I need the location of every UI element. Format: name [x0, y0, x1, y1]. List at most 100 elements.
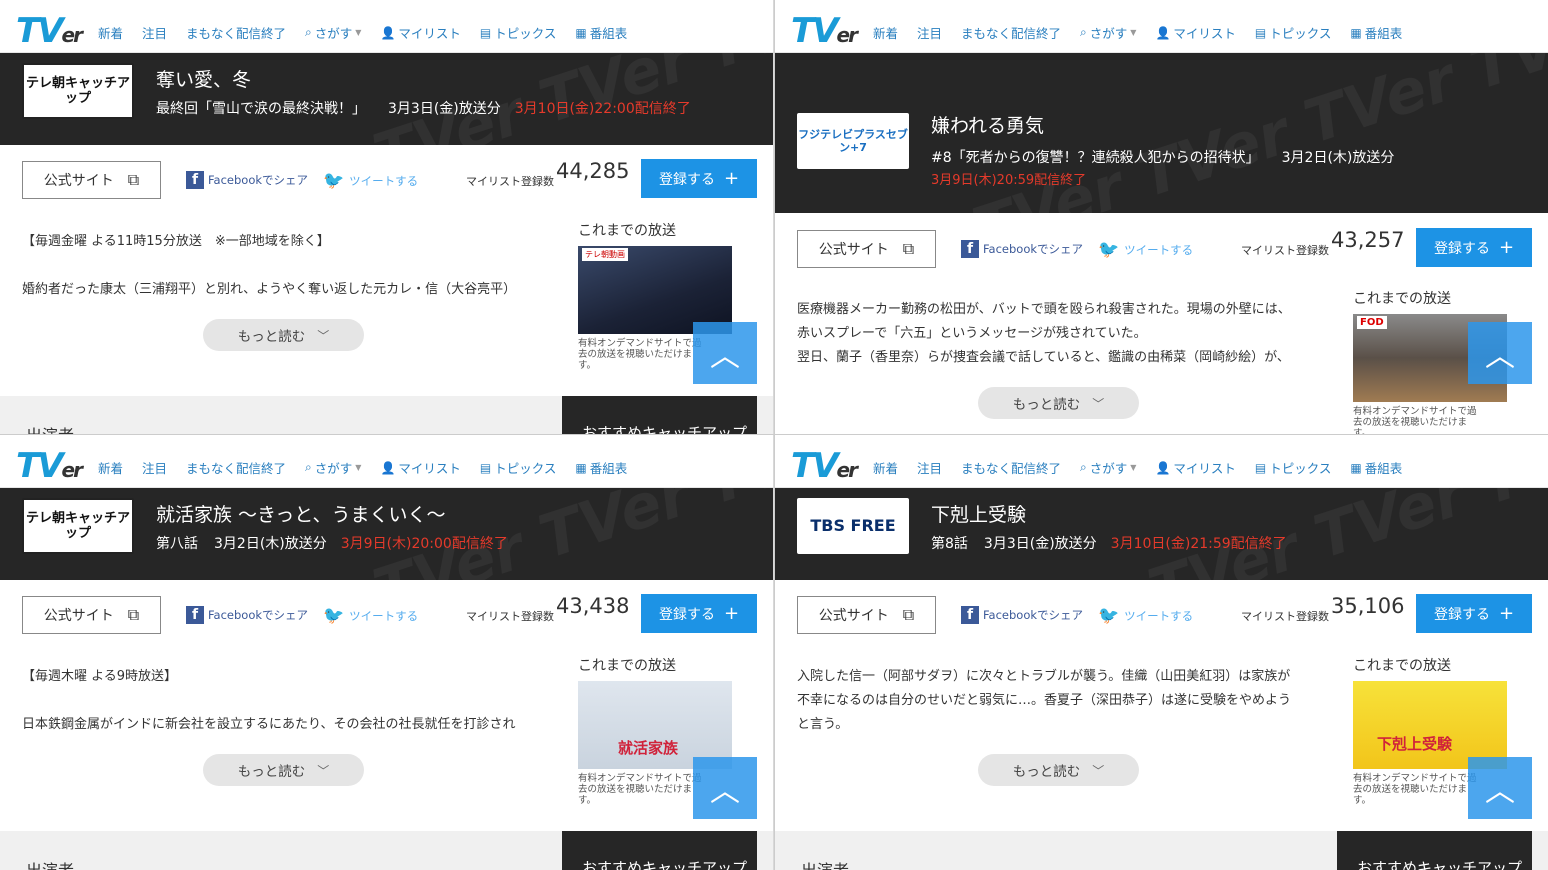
topics-icon: ▤	[479, 25, 492, 40]
chevron-up-icon: ︿	[1485, 774, 1515, 809]
search-icon: ⌕	[1080, 460, 1087, 474]
nav-featured[interactable]: 注目	[142, 458, 167, 477]
facebook-share-button[interactable]: f Facebookでシェア	[186, 606, 308, 624]
nav-search[interactable]: ⌕ さがす ▼	[1080, 458, 1136, 477]
external-link-icon: ⧉	[902, 239, 915, 258]
past-thumbnail[interactable]: 下剋上受験	[1353, 681, 1507, 769]
read-more-button[interactable]: もっと読む ﹀	[203, 754, 364, 786]
end-date: 3月10日(金)22:00配信終了	[514, 101, 691, 117]
scroll-top-button[interactable]: ︿	[693, 322, 757, 384]
user-icon: 👤	[1155, 460, 1171, 475]
nav-ending-soon[interactable]: まもなく配信終了	[961, 458, 1061, 477]
top-nav: TVer 新着 注目 まもなく配信終了 ⌕ さがす ▼ 👤 マイリスト ▤ トピックス …	[775, 435, 1548, 488]
past-thumbnail[interactable]: 就活家族	[578, 681, 732, 769]
nav-search[interactable]: ⌕ さがす ▼	[1080, 23, 1136, 42]
program-hero: TVer TVer TVer TVer TVer TVer TBS FREE 下…	[775, 488, 1548, 580]
mylist-count: 44,285	[556, 159, 630, 183]
nav-ending-soon[interactable]: まもなく配信終了	[186, 23, 286, 42]
read-more-button[interactable]: もっと読む ﹀	[978, 754, 1139, 786]
panel-divider-vertical	[774, 0, 775, 870]
official-site-button[interactable]: 公式サイト ⧉	[797, 596, 936, 634]
tver-logo[interactable]: TVer	[16, 446, 83, 486]
external-link-icon: ⧉	[127, 605, 140, 624]
recommended-tab[interactable]: おすすめキャッチアップ	[562, 831, 757, 870]
scroll-top-button[interactable]: ︿	[693, 757, 757, 819]
nav-schedule[interactable]: ▦ 番組表	[575, 458, 627, 477]
register-button[interactable]: 登録する +	[1416, 594, 1532, 633]
end-date: 3月9日(木)20:00配信終了	[340, 536, 508, 552]
external-link-icon: ⧉	[902, 605, 915, 624]
nav-schedule[interactable]: ▦ 番組表	[1350, 23, 1402, 42]
mylist-count: 43,257	[1331, 228, 1405, 252]
nav-search[interactable]: ⌕ さがす ▼	[305, 23, 361, 42]
channel-logo[interactable]: フジテレビプラスセブン+7	[797, 113, 909, 169]
episode-info: 第8話 3月3日(金)放送分 3月10日(金)21:59配信終了	[931, 536, 1287, 552]
nav-mylist[interactable]: 👤 マイリスト	[380, 23, 460, 42]
nav-topics[interactable]: ▤ トピックス	[1255, 23, 1331, 42]
top-nav: TVer 新着 注目 まもなく配信終了 ⌕ さがす ▼ 👤 マイリスト ▤ トピックス …	[775, 0, 1548, 53]
grid-icon: ▦	[1350, 460, 1362, 475]
nav-featured[interactable]: 注目	[917, 458, 942, 477]
nav-topics[interactable]: ▤ トピックス	[1255, 458, 1331, 477]
chevron-down-icon: ﹀	[317, 763, 330, 778]
channel-logo[interactable]: TBS FREE	[797, 498, 909, 554]
twitter-icon: 🐦	[1098, 240, 1120, 260]
nav-featured[interactable]: 注目	[142, 23, 167, 42]
read-more-button[interactable]: もっと読む ﹀	[978, 387, 1139, 419]
bottom-section: 出演者 おすすめキャッチアップ	[0, 831, 773, 870]
nav-schedule[interactable]: ▦ 番組表	[1350, 458, 1402, 477]
episode-info: #8「死者からの復讐！？連続殺人犯からの招待状」 3月2日(木)放送分	[931, 150, 1395, 166]
official-site-button[interactable]: 公式サイト ⧉	[797, 230, 936, 268]
nav-new[interactable]: 新着	[98, 23, 123, 42]
chevron-up-icon: ︿	[710, 774, 740, 809]
tweet-button[interactable]: 🐦 ツイートする	[1098, 606, 1193, 626]
nav-new[interactable]: 新着	[873, 23, 898, 42]
scroll-top-button[interactable]: ︿	[1468, 322, 1532, 384]
channel-logo[interactable]: テレ朝キャッチアップ	[22, 63, 134, 119]
nav-topics[interactable]: ▤ トピックス	[480, 458, 556, 477]
past-thumbnail[interactable]: テレ朝動画	[578, 246, 732, 334]
topics-icon: ▤	[1254, 25, 1267, 40]
register-button[interactable]: 登録する +	[641, 159, 757, 198]
twitter-icon: 🐦	[323, 606, 345, 626]
chevron-down-icon: ▼	[1130, 463, 1137, 472]
scroll-top-button[interactable]: ︿	[1468, 757, 1532, 819]
official-site-button[interactable]: 公式サイト ⧉	[22, 161, 161, 199]
nav-mylist[interactable]: 👤 マイリスト	[380, 458, 460, 477]
tver-logo[interactable]: TVer	[791, 446, 858, 486]
official-site-button[interactable]: 公式サイト ⧉	[22, 596, 161, 634]
tweet-button[interactable]: 🐦 ツイートする	[323, 171, 418, 191]
nav-featured[interactable]: 注目	[917, 23, 942, 42]
facebook-share-button[interactable]: f Facebookでシェア	[186, 171, 308, 189]
program-title: 下剋上受験	[931, 504, 1027, 526]
tver-logo[interactable]: TVer	[16, 11, 83, 51]
nav-mylist[interactable]: 👤 マイリスト	[1155, 23, 1235, 42]
tweet-button[interactable]: 🐦 ツイートする	[323, 606, 418, 626]
nav-mylist[interactable]: 👤 マイリスト	[1155, 458, 1235, 477]
program-title: 奪い愛、冬	[156, 69, 252, 91]
cast-heading: 出演者	[801, 857, 849, 870]
nav-schedule[interactable]: ▦ 番組表	[575, 23, 627, 42]
chevron-down-icon: ▼	[1130, 28, 1137, 37]
recommended-tab[interactable]: おすすめキャッチアップ	[562, 396, 757, 435]
recommended-tab[interactable]: おすすめキャッチアップ	[1337, 831, 1532, 870]
nav-search[interactable]: ⌕ さがす ▼	[305, 458, 361, 477]
read-more-button[interactable]: もっと読む ﹀	[203, 319, 364, 351]
facebook-share-button[interactable]: f Facebookでシェア	[961, 240, 1083, 258]
facebook-share-button[interactable]: f Facebookでシェア	[961, 606, 1083, 624]
nav-new[interactable]: 新着	[873, 458, 898, 477]
nav-topics[interactable]: ▤ トピックス	[480, 23, 556, 42]
program-description: 【毎週金曜 よる11時15分放送 ※一部地域を除く】 婚約者だった康太（三浦翔平）…	[22, 234, 517, 297]
program-hero: TVer TVer TVer TVer TVer TVer テレ朝キャッチアップ…	[0, 53, 773, 145]
channel-logo[interactable]: テレ朝キャッチアップ	[22, 498, 134, 554]
register-button[interactable]: 登録する +	[641, 594, 757, 633]
tver-logo[interactable]: TVer	[791, 11, 858, 51]
register-button[interactable]: 登録する +	[1416, 228, 1532, 267]
grid-icon: ▦	[575, 460, 587, 475]
nav-ending-soon[interactable]: まもなく配信終了	[961, 23, 1061, 42]
program-panel-2: TVer 新着 注目 まもなく配信終了 ⌕ さがす ▼ 👤 マイリスト ▤ トピックス …	[775, 0, 1548, 435]
tweet-button[interactable]: 🐦 ツイートする	[1098, 240, 1193, 260]
nav-new[interactable]: 新着	[98, 458, 123, 477]
top-nav: TVer 新着 注目 まもなく配信終了 ⌕ さがす ▼ 👤 マイリスト ▤ トピックス …	[0, 0, 773, 53]
nav-ending-soon[interactable]: まもなく配信終了	[186, 458, 286, 477]
